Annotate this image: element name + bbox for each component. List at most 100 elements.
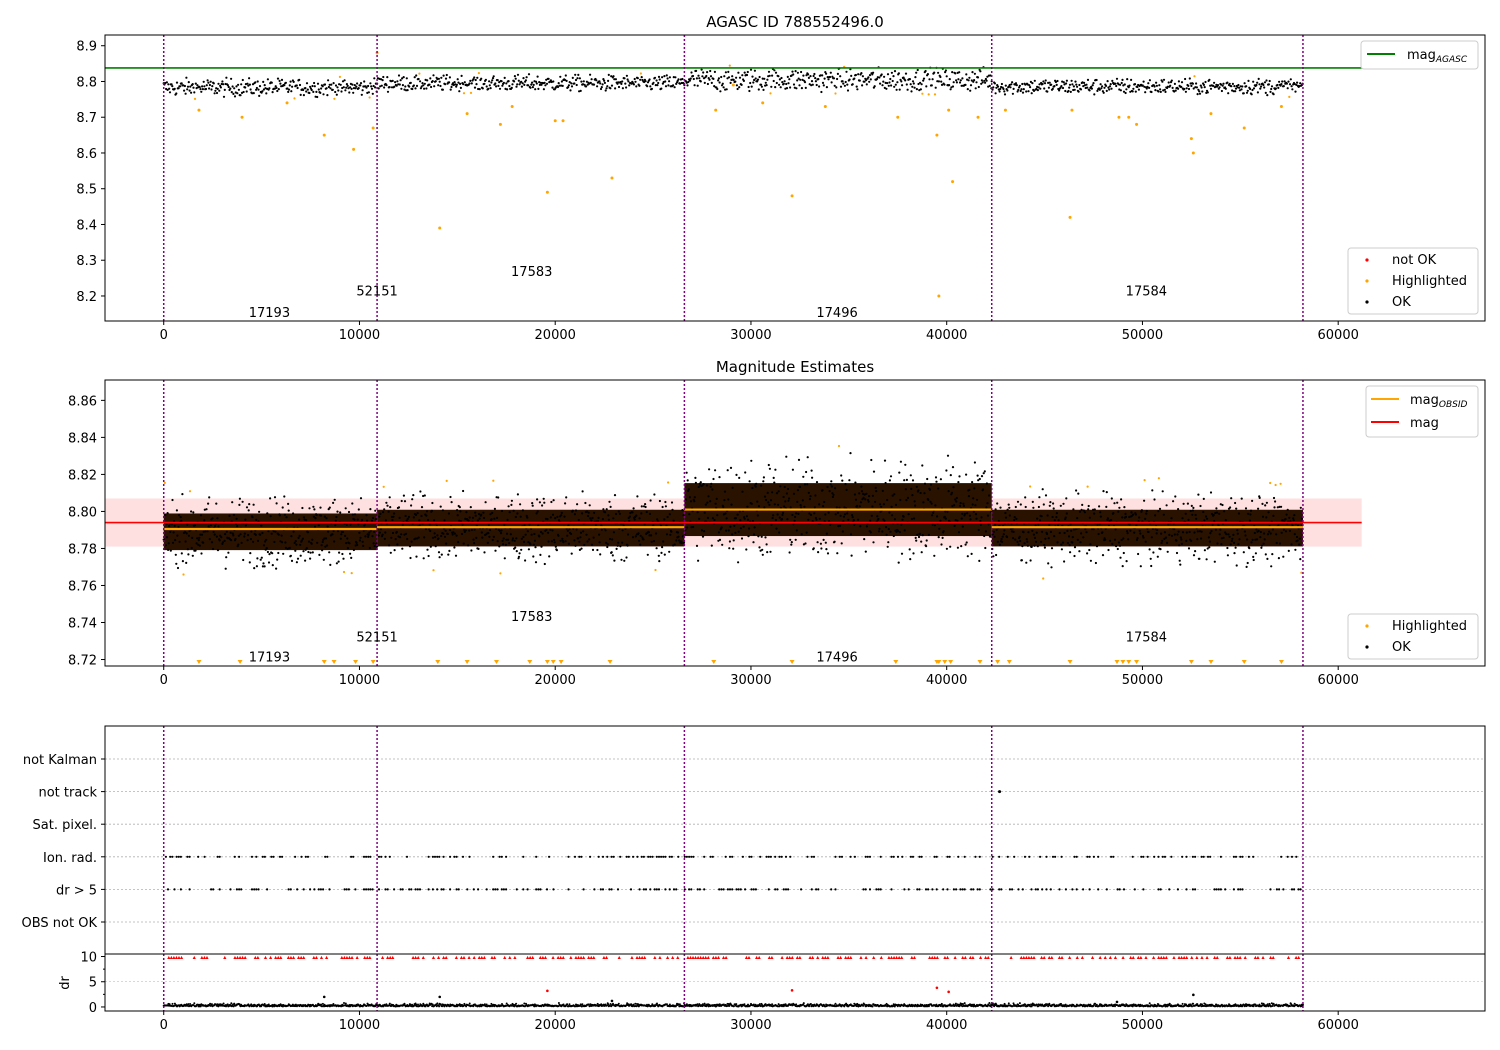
ok-point	[1206, 91, 1209, 94]
flag-point	[778, 855, 781, 858]
ok-point	[607, 79, 610, 82]
flag-point	[582, 888, 585, 891]
ok-point	[612, 531, 616, 534]
ok-point	[1134, 513, 1137, 516]
ok-point	[379, 512, 382, 516]
ok-point	[1232, 533, 1235, 537]
ok-point	[1033, 79, 1036, 82]
ok-point	[240, 541, 243, 545]
ok-point	[1016, 540, 1019, 544]
ok-point	[1021, 545, 1024, 548]
ok-point	[281, 541, 284, 544]
below-range-marker	[353, 660, 359, 664]
ok-point	[908, 78, 912, 81]
ok-point	[565, 79, 568, 82]
flag-point	[722, 888, 725, 891]
ok-point	[228, 514, 231, 518]
ok-point	[463, 81, 466, 84]
flag-point	[935, 855, 938, 858]
ok-point	[175, 562, 178, 565]
ok-point	[296, 86, 299, 90]
ok-point	[164, 544, 167, 547]
flag-point	[369, 888, 372, 891]
ok-point	[1015, 517, 1018, 521]
flag-row-label: dr > 5	[56, 883, 97, 898]
ok-point	[689, 77, 692, 80]
ok-point	[494, 549, 497, 552]
highlighted-point	[976, 115, 980, 119]
ok-point	[739, 527, 743, 530]
ok-point	[1180, 538, 1183, 541]
ok-point	[1051, 87, 1054, 90]
ok-point	[1137, 88, 1140, 91]
ok-point	[1139, 532, 1142, 535]
ok-point	[722, 505, 725, 509]
ok-point	[1046, 90, 1049, 93]
highlighted-point	[1193, 75, 1196, 78]
highlighted-point	[639, 72, 643, 75]
ok-point	[559, 539, 562, 542]
ok-point	[858, 492, 861, 495]
highlighted-point	[371, 126, 375, 130]
ok-point	[1269, 532, 1272, 535]
ok-point	[865, 83, 868, 86]
flag-point	[767, 888, 770, 891]
ok-point	[735, 473, 738, 476]
flag-point	[449, 855, 452, 858]
ok-point	[1055, 511, 1058, 515]
ok-point	[564, 502, 567, 505]
ok-point	[1162, 513, 1165, 516]
flag-point	[535, 855, 538, 858]
ok-point	[1027, 531, 1030, 534]
ok-point	[1025, 538, 1028, 541]
flag-point	[309, 888, 312, 891]
ok-point	[921, 534, 924, 537]
ok-point	[980, 475, 984, 478]
ok-point	[727, 529, 730, 532]
dr-ok-point	[568, 1003, 571, 1006]
ok-point	[1219, 528, 1222, 531]
ok-point	[775, 81, 778, 85]
x-tick-label: 10000	[339, 328, 380, 343]
ok-point	[956, 519, 959, 522]
highlighted-point	[654, 568, 657, 572]
ok-point	[825, 532, 829, 535]
flag-point	[653, 888, 656, 891]
ok-point	[465, 510, 468, 514]
flag-point	[1247, 855, 1250, 858]
flag-point	[304, 855, 307, 858]
ok-point	[200, 90, 203, 93]
ok-point	[1195, 82, 1198, 85]
ok-point	[411, 498, 414, 501]
highlighted-point	[1279, 105, 1283, 108]
ok-point	[490, 81, 493, 84]
ok-point	[527, 84, 530, 87]
flag-point	[668, 888, 671, 891]
ok-point	[1248, 519, 1251, 522]
ok-point	[796, 489, 800, 492]
ok-point	[295, 84, 298, 87]
ok-point	[879, 82, 882, 85]
flag-point	[433, 855, 437, 858]
ok-point	[245, 506, 249, 509]
dr-ok-point	[193, 1002, 196, 1005]
flag-point	[670, 855, 674, 858]
ok-point	[505, 532, 509, 535]
x-tick-label: 30000	[730, 328, 771, 343]
ok-point	[1021, 91, 1025, 94]
ok-point	[807, 76, 811, 79]
ok-point	[367, 535, 370, 539]
ok-point	[694, 481, 698, 484]
ok-point	[1234, 90, 1237, 93]
ok-point	[795, 529, 798, 532]
ok-point	[373, 530, 376, 533]
x-tick-label: 20000	[535, 328, 576, 343]
ok-point	[1248, 547, 1251, 550]
flag-point	[401, 888, 404, 891]
flag-point	[535, 888, 538, 891]
ok-point	[553, 541, 556, 544]
ok-point	[305, 547, 308, 550]
flag-point	[461, 855, 465, 858]
ok-point	[363, 80, 366, 83]
ok-point	[937, 487, 940, 490]
